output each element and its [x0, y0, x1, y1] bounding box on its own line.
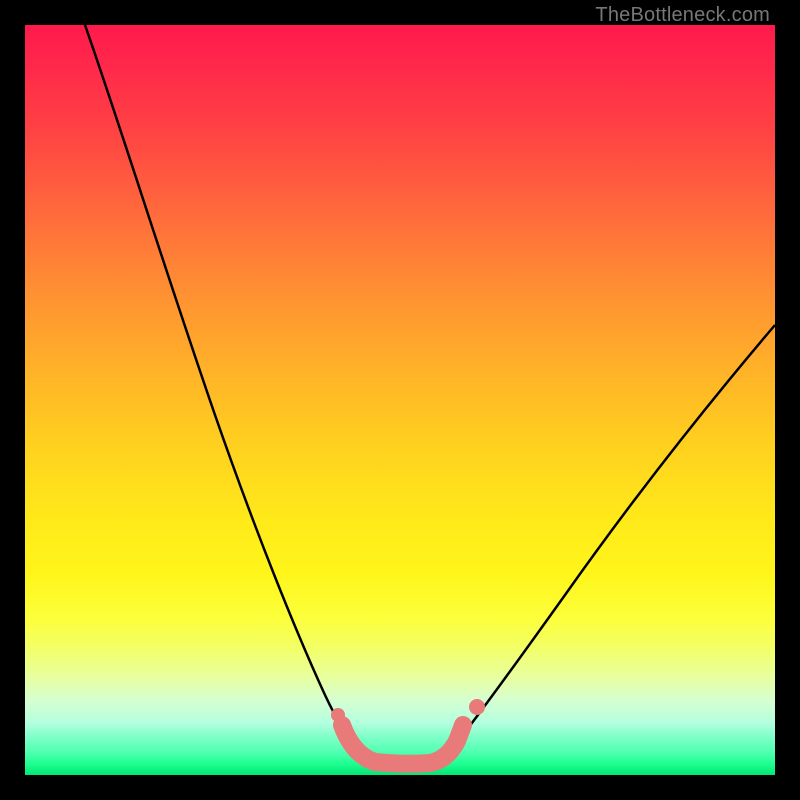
watermark-text: TheBottleneck.com: [595, 4, 770, 27]
chart-frame: TheBottleneck.com: [0, 0, 800, 800]
left-curve: [85, 25, 360, 753]
curves-layer: [25, 25, 775, 775]
right-curve: [455, 325, 775, 745]
bottom-band: [342, 725, 463, 764]
plot-area: [25, 25, 775, 775]
dot-right: [469, 699, 485, 715]
dot-left: [331, 708, 345, 722]
